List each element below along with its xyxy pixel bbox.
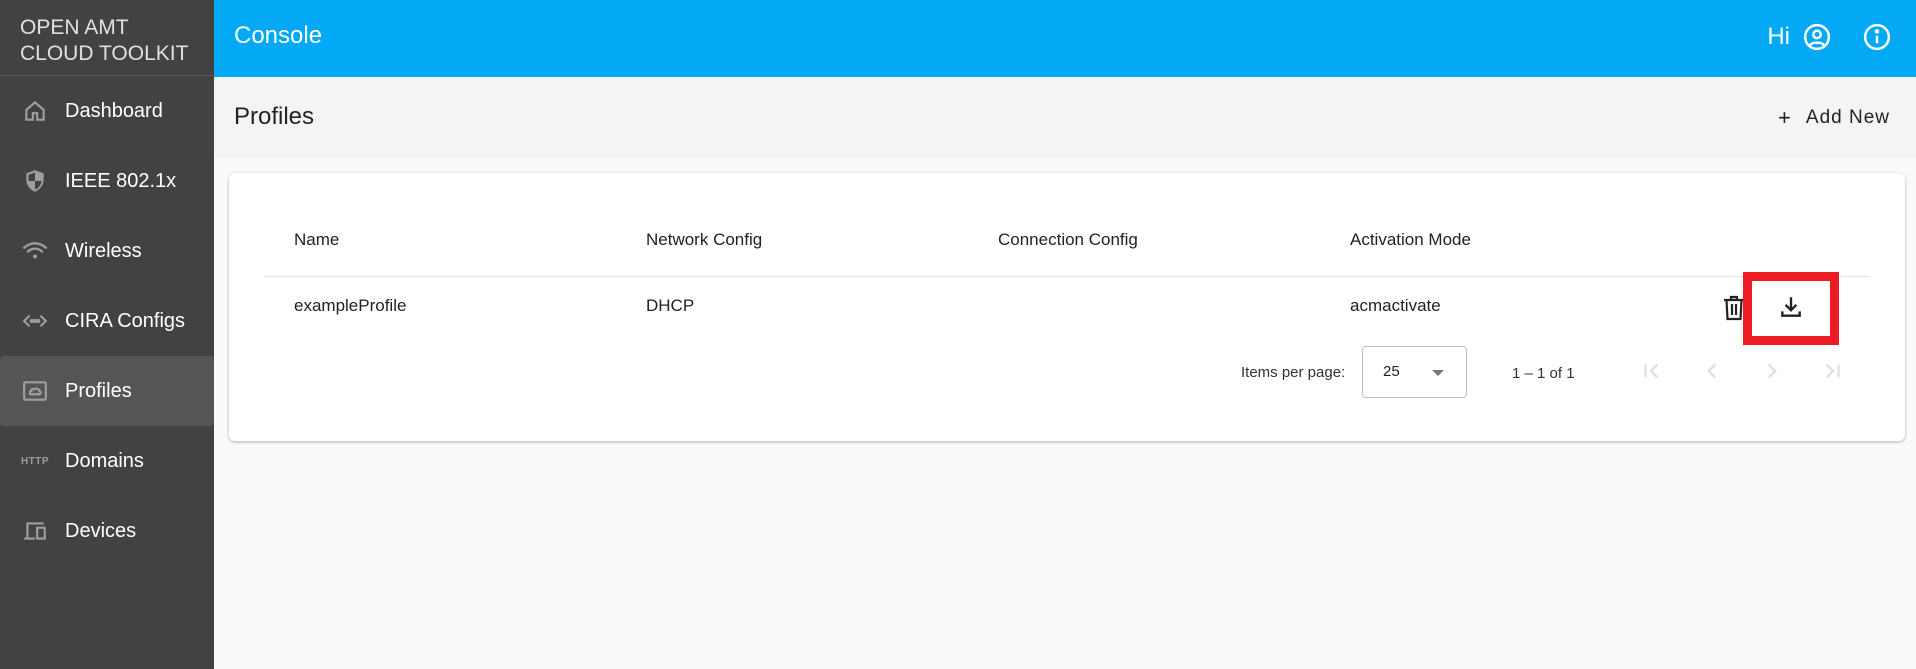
column-header-name[interactable]: Name xyxy=(294,230,339,250)
cloud-box-icon xyxy=(20,376,50,406)
devices-icon xyxy=(20,516,50,546)
brand-line-2: CLOUD TOOLKIT xyxy=(20,42,189,65)
plus-icon: + xyxy=(1778,105,1792,130)
http-icon: HTTP xyxy=(20,455,50,467)
page-title: Profiles xyxy=(234,103,315,130)
settings-ethernet-icon xyxy=(20,306,50,336)
sidebar-item-label: Dashboard xyxy=(65,99,163,122)
cell-activation-mode: acmactivate xyxy=(1350,296,1441,315)
app-title: Console xyxy=(234,22,323,49)
add-new-label: Add New xyxy=(1805,107,1890,128)
sidebar: OPEN AMT CLOUD TOOLKIT Dashboard IEEE 80… xyxy=(0,0,214,669)
brand-logo: OPEN AMT CLOUD TOOLKIT xyxy=(0,0,214,76)
sidebar-item-label: Domains xyxy=(65,449,144,472)
column-header-activation-mode[interactable]: Activation Mode xyxy=(1350,230,1471,250)
sidebar-item-devices[interactable]: Devices xyxy=(0,496,214,566)
table-header-row xyxy=(264,173,1870,277)
info-icon[interactable] xyxy=(1860,20,1894,54)
shield-icon xyxy=(20,166,50,196)
sidebar-item-cira-configs[interactable]: CIRA Configs xyxy=(0,286,214,356)
items-per-page-select[interactable]: 25 xyxy=(1362,346,1467,398)
home-icon xyxy=(20,96,50,126)
sidebar-item-label: Wireless xyxy=(65,239,142,262)
items-per-page-value: 25 xyxy=(1383,363,1400,380)
sidebar-item-label: Devices xyxy=(65,519,137,542)
first-page-button[interactable] xyxy=(1637,356,1667,386)
sidebar-item-label: IEEE 802.1x xyxy=(65,169,177,192)
account-circle-icon[interactable] xyxy=(1800,20,1834,54)
sidebar-item-dashboard[interactable]: Dashboard xyxy=(0,76,214,146)
sidebar-item-ieee[interactable]: IEEE 802.1x xyxy=(0,146,214,216)
page-range-label: 1 – 1 of 1 xyxy=(1512,365,1575,382)
column-header-connection-config[interactable]: Connection Config xyxy=(998,230,1138,250)
column-header-network-config[interactable]: Network Config xyxy=(646,230,762,250)
page-header: Profiles + Add New xyxy=(214,77,1916,157)
table-row[interactable] xyxy=(264,277,1870,337)
previous-page-button[interactable] xyxy=(1697,356,1727,386)
add-new-button[interactable]: + Add New xyxy=(1778,105,1890,131)
download-icon[interactable] xyxy=(1778,294,1804,320)
profiles-table-card: Name Network Config Connection Config Ac… xyxy=(229,173,1905,441)
brand-line-1: OPEN AMT xyxy=(20,16,129,39)
sidebar-item-profiles[interactable]: Profiles xyxy=(0,356,214,426)
items-per-page-label: Items per page: xyxy=(1241,364,1346,381)
cell-network-config: DHCP xyxy=(646,296,695,315)
greeting-text: Hi xyxy=(1767,23,1790,50)
next-page-button[interactable] xyxy=(1757,356,1787,386)
last-page-button[interactable] xyxy=(1817,356,1847,386)
wifi-icon xyxy=(20,236,50,266)
sidebar-item-wireless[interactable]: Wireless xyxy=(0,216,214,286)
top-app-bar: Console Hi xyxy=(214,0,1916,77)
sidebar-item-label: CIRA Configs xyxy=(65,309,186,332)
topbar-actions: Hi xyxy=(1767,20,1894,54)
cell-name: exampleProfile xyxy=(294,296,407,315)
delete-icon[interactable] xyxy=(1722,295,1746,321)
sidebar-item-label: Profiles xyxy=(65,379,132,402)
sidebar-nav: Dashboard IEEE 802.1x Wireless CIRA Conf… xyxy=(0,76,214,566)
dropdown-arrow-icon xyxy=(1432,370,1444,376)
sidebar-item-domains[interactable]: HTTP Domains xyxy=(0,426,214,496)
